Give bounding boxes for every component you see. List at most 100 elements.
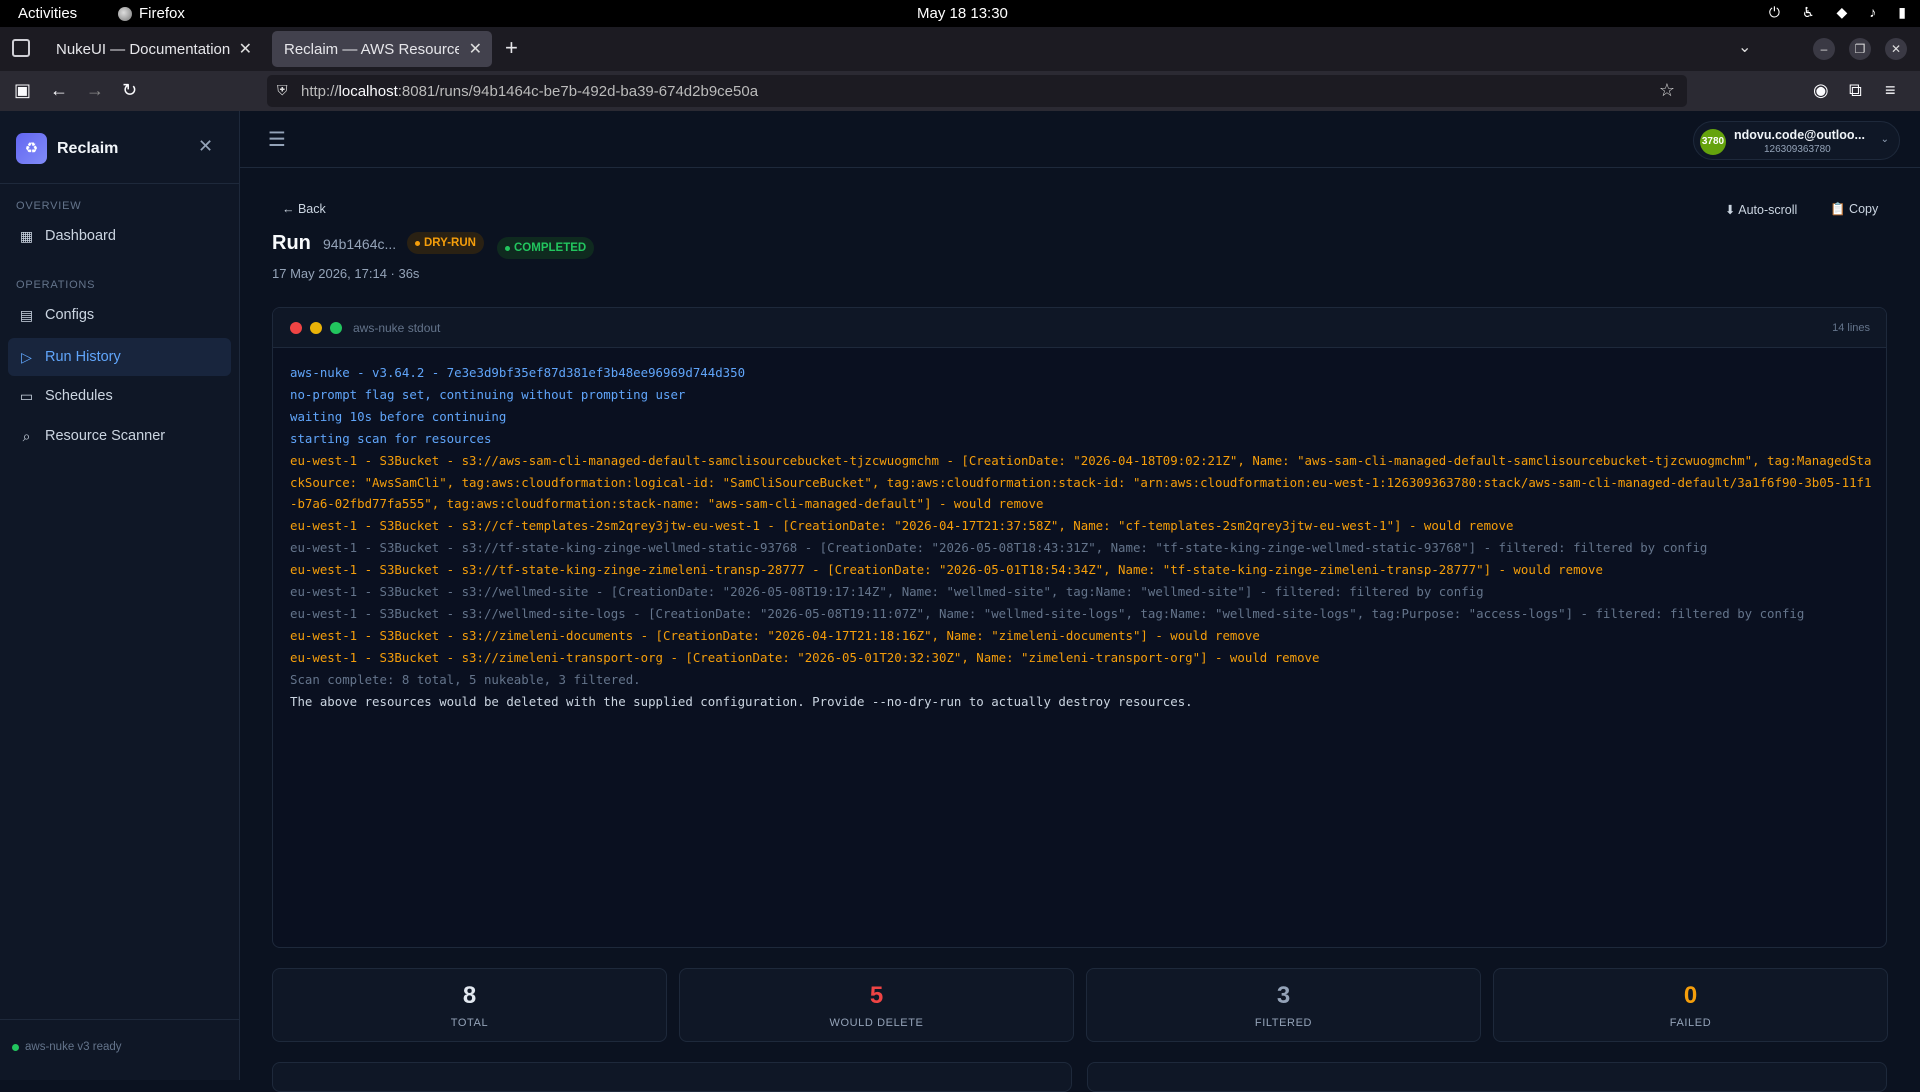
divider xyxy=(0,1019,240,1020)
forward-arrow-icon[interactable]: → xyxy=(86,80,104,101)
sidebar-item-label: Run History xyxy=(45,349,121,365)
system-tray[interactable]: ⏻ ♿ ◆ ♪ ▮ xyxy=(1769,4,1906,21)
stat-failed: 0 FAILED xyxy=(1493,968,1888,1042)
terminal-output[interactable]: aws-nuke - v3.64.2 - 7e3e3d9bf35ef87d381… xyxy=(290,362,1875,713)
search-icon: ⌕ xyxy=(22,427,31,444)
extensions-icon[interactable]: ⧉ xyxy=(1849,80,1862,101)
dry-run-badge: DRY-RUN xyxy=(407,232,484,254)
green-dot-icon xyxy=(330,322,342,334)
log-line: starting scan for resources xyxy=(290,430,492,446)
status-dot-icon xyxy=(12,1043,19,1051)
stat-value: 5 xyxy=(869,982,884,1009)
brand[interactable]: ♻ Reclaim xyxy=(16,133,118,164)
status-badge: COMPLETED xyxy=(497,237,595,259)
stdout-terminal[interactable]: aws-nuke stdout 14 lines aws-nuke - v3.6… xyxy=(272,307,1887,948)
system-top-bar: Activities Firefox May 18 13:30 ⏻ ♿ ◆ ♪ … xyxy=(0,0,1920,27)
url-bar[interactable]: ⛨ http://localhost:8081/runs/94b1464c-be… xyxy=(267,75,1687,107)
account-icon[interactable]: ◉ xyxy=(1813,80,1829,101)
back-link[interactable]: ← Back xyxy=(282,202,326,216)
red-dot-icon xyxy=(290,322,302,334)
log-line: eu-west-1 - S3Bucket - s3://zimeleni-doc… xyxy=(290,627,1260,643)
sidebar-item-configs[interactable]: ▤ Configs xyxy=(8,296,231,334)
log-line: waiting 10s before continuing xyxy=(290,408,507,424)
download-arrow-icon: ⬇ xyxy=(1725,203,1739,217)
copy-label: Copy xyxy=(1849,202,1879,216)
site-info-shield-icon[interactable]: ⛨ xyxy=(277,82,288,99)
stat-value: 8 xyxy=(462,982,477,1009)
page-title: Run xyxy=(272,232,311,254)
sidebar-item-resource-scanner[interactable]: ⌕ Resource Scanner xyxy=(8,417,231,455)
new-tab-icon[interactable]: + xyxy=(505,35,518,61)
restore-icon[interactable]: ❐ xyxy=(1849,38,1871,60)
badge-label: COMPLETED xyxy=(514,242,587,254)
browser-tab-reclaim[interactable]: Reclaim — AWS Resource Co ✕ xyxy=(272,31,492,67)
close-window-icon[interactable]: ✕ xyxy=(1885,38,1907,60)
sidebar-item-label: Dashboard xyxy=(45,228,116,244)
hamburger-menu-icon[interactable]: ☰ xyxy=(268,127,286,152)
run-meta: 17 May 2026, 17:14 · 36s xyxy=(272,266,420,281)
divider xyxy=(0,183,240,184)
sidebar-item-run-history[interactable]: ▷ Run History xyxy=(8,338,231,376)
log-line: eu-west-1 - S3Bucket - s3://tf-state-kin… xyxy=(290,562,1603,578)
minimize-icon[interactable]: – xyxy=(1813,38,1835,60)
auto-scroll-label: Auto-scroll xyxy=(1738,203,1798,217)
engine-status: aws-nuke v3 ready xyxy=(12,1041,122,1053)
account-email: ndovu.code@outloo... xyxy=(1734,128,1865,142)
sidebar-item-label: Resource Scanner xyxy=(45,428,166,444)
account-switcher[interactable]: 3780 ndovu.code@outloo... 126309363780 ⌄ xyxy=(1693,121,1900,160)
close-tab-icon[interactable]: ✕ xyxy=(469,39,482,59)
badge-dot-icon xyxy=(505,245,510,251)
menu-icon[interactable]: ≡ xyxy=(1885,80,1896,101)
activities-button[interactable]: Activities xyxy=(18,5,77,22)
stat-label: WOULD DELETE xyxy=(829,1017,924,1029)
log-line: eu-west-1 - S3Bucket - s3://zimeleni-tra… xyxy=(290,649,1320,665)
url-host: localhost xyxy=(338,83,398,100)
tab-overview-icon[interactable] xyxy=(12,39,30,57)
volume-icon: ♪ xyxy=(1869,4,1877,20)
badge-dot-icon xyxy=(415,240,420,246)
calendar-icon: ▭ xyxy=(19,387,34,404)
avatar: 3780 xyxy=(1700,129,1726,155)
close-sidebar-icon[interactable]: ✕ xyxy=(198,136,213,157)
list-all-tabs-icon[interactable]: ⌄ xyxy=(1738,37,1751,57)
stat-total: 8 TOTAL xyxy=(272,968,667,1042)
engine-status-text: aws-nuke v3 ready xyxy=(25,1041,122,1053)
reload-icon[interactable]: ↻ xyxy=(122,80,137,101)
auto-scroll-button[interactable]: ⬇ Auto-scroll xyxy=(1725,202,1797,217)
accessibility-icon: ♿ xyxy=(1801,4,1815,20)
log-line: no-prompt flag set, continuing without p… xyxy=(290,386,686,402)
browser-tab-documentation[interactable]: NukeUI — Documentation ✕ xyxy=(44,31,262,67)
section-overview: OVERVIEW xyxy=(16,200,82,212)
chevron-down-icon: ⌄ xyxy=(1880,134,1889,145)
log-line: Scan complete: 8 total, 5 nukeable, 3 fi… xyxy=(290,671,641,687)
url-text[interactable]: http://localhost:8081/runs/94b1464c-be7b… xyxy=(301,83,758,100)
close-tab-icon[interactable]: ✕ xyxy=(239,39,252,59)
stat-filtered: 3 FILTERED xyxy=(1086,968,1481,1042)
sidebar-toggle-icon[interactable]: ▣ xyxy=(14,80,31,101)
clipboard-icon: 📋 xyxy=(1830,202,1850,216)
run-id: 94b1464c... xyxy=(323,236,397,252)
log-line: eu-west-1 - S3Bucket - s3://tf-state-kin… xyxy=(290,540,1708,556)
stat-label: TOTAL xyxy=(450,1017,489,1029)
app-menu[interactable]: Firefox xyxy=(118,5,185,22)
bookmark-star-icon[interactable]: ☆ xyxy=(1659,80,1675,101)
stat-label: FILTERED xyxy=(1254,1017,1313,1029)
copy-button[interactable]: 📋 Copy xyxy=(1830,202,1878,217)
sidebar-item-schedules[interactable]: ▭ Schedules xyxy=(8,377,231,415)
battery-icon: ▮ xyxy=(1898,4,1906,20)
play-circle-icon: ▷ xyxy=(21,348,32,365)
browser-nav-bar: ▣ ← → ↻ ⛨ http://localhost:8081/runs/94b… xyxy=(0,71,1920,111)
stat-would-delete: 5 WOULD DELETE xyxy=(679,968,1074,1042)
back-arrow-icon[interactable]: ← xyxy=(50,80,68,101)
app-name: Firefox xyxy=(139,5,185,22)
log-line: aws-nuke - v3.64.2 - 7e3e3d9bf35ef87d381… xyxy=(290,365,746,380)
app-sidebar: ♻ Reclaim ✕ OVERVIEW ▦ Dashboard OPERATI… xyxy=(0,111,240,1080)
terminal-header: aws-nuke stdout 14 lines xyxy=(273,308,1886,348)
clock[interactable]: May 18 13:30 xyxy=(917,5,1008,22)
sidebar-item-dashboard[interactable]: ▦ Dashboard xyxy=(8,217,231,255)
line-count: 14 lines xyxy=(1832,322,1870,334)
stat-label: FAILED xyxy=(1669,1017,1712,1029)
tab-title: NukeUI — Documentation xyxy=(56,40,231,58)
grid-icon: ▦ xyxy=(19,227,34,244)
log-line: The above resources would be deleted wit… xyxy=(290,693,1193,709)
